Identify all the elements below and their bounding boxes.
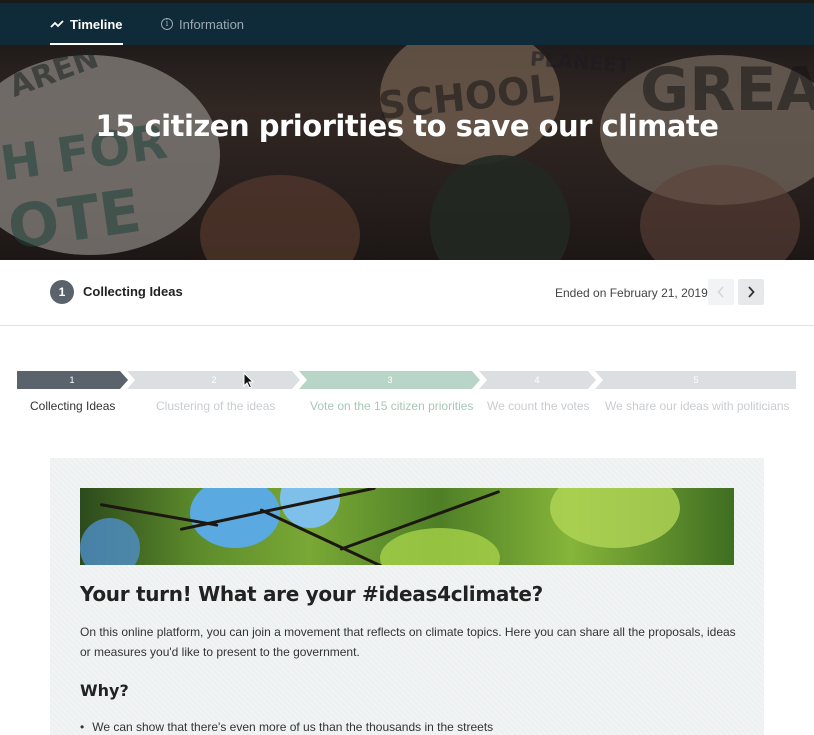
info-icon: i: [161, 18, 173, 30]
chevron-right-icon: [748, 286, 755, 298]
mouse-cursor-icon: [243, 372, 255, 389]
timeline-step-number: 5: [693, 375, 698, 385]
top-navigation: Timeline i Information: [0, 0, 814, 45]
phase-number-badge: 1: [50, 280, 74, 304]
why-heading: Why?: [80, 681, 129, 700]
phase-timeline: 1 2 3 4 5 Collecting Ideas Clustering of…: [0, 369, 814, 419]
timeline-step-label[interactable]: Vote on the 15 citizen priorities: [310, 399, 473, 413]
trend-line-icon: [50, 17, 64, 32]
timeline-step-number: 3: [387, 375, 392, 385]
tab-information-label: Information: [179, 16, 245, 32]
timeline-step-label[interactable]: We share our ideas with politicians: [605, 399, 790, 413]
list-item: We can show that there's even more of us…: [80, 720, 493, 734]
tab-information[interactable]: i Information: [161, 3, 244, 45]
timeline-step-number: 4: [534, 375, 539, 385]
content-intro-text: On this online platform, you can join a …: [80, 625, 736, 659]
page-title: 15 citizen priorities to save our climat…: [95, 109, 719, 143]
tab-timeline-label: Timeline: [70, 16, 123, 32]
content-heading: Your turn! What are your #ideas4climate?: [80, 582, 543, 606]
phase-end-date: Ended on February 21, 2019: [555, 286, 708, 300]
timeline-step-number: 1: [69, 375, 74, 385]
timeline-step-label[interactable]: Clustering of the ideas: [156, 399, 275, 413]
timeline-step-label[interactable]: We count the votes: [487, 399, 590, 413]
previous-phase-button[interactable]: [708, 279, 734, 305]
timeline-step-label[interactable]: Collecting Ideas: [30, 399, 115, 413]
hero-banner: AREN SCHOOL GREA H FOR OTE PLANEET 15 ci…: [0, 45, 814, 260]
current-phase-bar: 1 Collecting Ideas Ended on February 21,…: [0, 260, 814, 326]
chevron-left-icon: [717, 286, 724, 298]
tab-timeline[interactable]: Timeline: [50, 3, 123, 45]
phase-title: Collecting Ideas: [83, 284, 183, 299]
phase-description-card: Your turn! What are your #ideas4climate?…: [50, 458, 764, 735]
timeline-step-number: 2: [211, 375, 216, 385]
forest-banner-image: [80, 488, 734, 565]
next-phase-button[interactable]: [738, 279, 764, 305]
